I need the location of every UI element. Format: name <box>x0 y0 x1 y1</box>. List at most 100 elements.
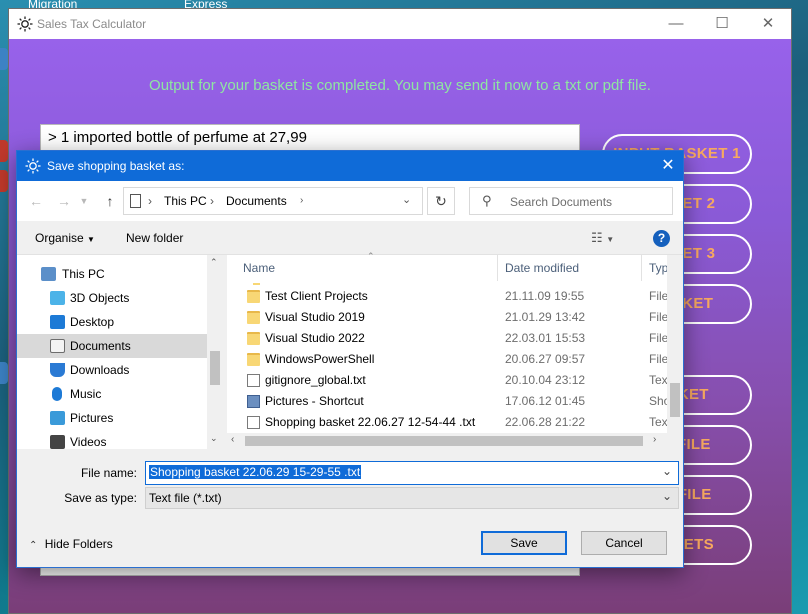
music-icon <box>52 387 62 401</box>
column-header-type[interactable]: Typ <box>649 255 668 281</box>
output-line: > 1 imported bottle of perfume at 27,99 <box>48 129 307 146</box>
file-name: WindowsPowerShell <box>265 352 375 366</box>
file-name: Pictures - Shortcut <box>265 394 364 408</box>
column-header-date[interactable]: Date modified <box>505 255 579 281</box>
file-name-dropdown-chevron-icon[interactable]: ⌄ <box>662 464 672 478</box>
refresh-icon[interactable]: ↻ <box>427 187 455 215</box>
chevron-down-icon: ▼ <box>87 235 95 244</box>
column-divider <box>497 255 498 281</box>
file-type: File <box>649 289 669 303</box>
tree-item-videos[interactable]: Videos <box>17 430 207 454</box>
scrollbar-thumb[interactable] <box>210 351 220 385</box>
pc-icon <box>41 267 56 281</box>
file-date: 20.06.27 09:57 <box>505 352 586 366</box>
tree-item-desktop[interactable]: Desktop <box>17 310 207 334</box>
file-name-label: File name: <box>80 466 137 480</box>
search-box[interactable]: ⚲ Search Documents <box>469 187 673 215</box>
file-name: Visual Studio 2022 <box>265 331 365 345</box>
scroll-up-icon[interactable]: ⌃ <box>210 257 218 268</box>
tree-item-music[interactable]: Music <box>17 382 207 406</box>
app-titlebar[interactable]: Sales Tax Calculator — ☐ ✕ <box>9 9 791 39</box>
address-bar[interactable]: › This PC › Documents › ⌄ <box>123 187 423 215</box>
scrollbar-thumb[interactable] <box>670 383 680 417</box>
file-name: gitignore_global.txt <box>265 373 366 387</box>
text-file-icon <box>247 416 260 429</box>
new-folder-button[interactable]: New folder <box>126 231 183 245</box>
save-dialog: Save shopping basket as: ✕ ← → ▼ ↑ › Thi… <box>16 150 684 568</box>
breadcrumb-this-pc[interactable]: This PC <box>164 194 207 208</box>
file-name: Test Client Projects <box>265 289 368 303</box>
navigation-scrollbar[interactable]: ⌃ ⌄ <box>207 255 223 449</box>
dialog-toolbar: Organise ▼ New folder ☷ ▼ ? <box>17 221 683 255</box>
tree-item-label: 3D Objects <box>70 291 130 305</box>
forward-arrow-icon[interactable]: → <box>53 191 75 211</box>
recent-locations-chevron-icon[interactable]: ▼ <box>77 191 91 211</box>
close-button[interactable]: ✕ <box>745 9 791 39</box>
breadcrumb-chevron-icon[interactable]: › <box>300 195 303 206</box>
file-list-vertical-scrollbar[interactable] <box>667 255 683 449</box>
folder-icon <box>247 290 260 303</box>
cancel-button[interactable]: Cancel <box>581 531 667 555</box>
dialog-titlebar[interactable]: Save shopping basket as: ✕ <box>17 151 683 181</box>
save-button[interactable]: Save <box>481 531 567 555</box>
pictures-icon <box>50 411 65 425</box>
file-row[interactable]: Shopping basket 22.06.27 12-54-44 .txt 2… <box>227 412 671 433</box>
file-row[interactable]: WindowsPowerShell 20.06.27 09:57 File <box>227 349 668 370</box>
search-placeholder: Search Documents <box>510 195 613 209</box>
desktop-shortcut-icon[interactable] <box>0 48 8 70</box>
help-icon[interactable]: ? <box>653 230 670 247</box>
address-dropdown-chevron-icon[interactable]: ⌄ <box>402 193 411 206</box>
file-name-input[interactable]: Shopping basket 22.06.29 15-29-55 .txt ⌄ <box>145 461 679 485</box>
tree-item-label: Documents <box>70 339 131 353</box>
file-row[interactable]: Visual Studio 2019 21.01.29 13:42 File <box>227 307 669 328</box>
tree-item-label: Music <box>70 387 102 401</box>
maximize-button[interactable]: ☐ <box>699 9 745 39</box>
dialog-close-button[interactable]: ✕ <box>653 151 683 181</box>
scroll-down-icon[interactable]: ⌄ <box>210 433 218 444</box>
hide-folders-label: Hide Folders <box>44 537 113 551</box>
tree-item-this-pc[interactable]: This PC <box>17 262 207 286</box>
organise-label: Organise <box>35 231 84 245</box>
up-arrow-icon[interactable]: ↑ <box>99 191 121 211</box>
chevron-up-icon: ⌃ <box>29 540 38 551</box>
sun-icon <box>25 158 41 174</box>
desktop-shortcut-icon[interactable] <box>0 170 8 192</box>
navigation-pane: This PC 3D Objects Desktop Documents Dow… <box>17 255 223 449</box>
sun-icon <box>17 16 33 32</box>
save-as-type-value: Text file (*.txt) <box>149 491 222 505</box>
breadcrumb-documents[interactable]: Documents <box>226 194 287 208</box>
scrollbar-thumb[interactable] <box>245 436 643 446</box>
search-icon: ⚲ <box>482 193 492 208</box>
tree-item-documents[interactable]: Documents <box>17 334 207 358</box>
column-divider <box>641 255 642 281</box>
file-name: Shopping basket 22.06.27 12-54-44 .txt <box>265 415 476 429</box>
file-row[interactable]: gitignore_global.txt 20.10.04 23:12 Text <box>227 370 671 391</box>
documents-icon <box>130 194 141 208</box>
desktop-shortcut-icon[interactable] <box>0 140 8 162</box>
tree-item-3d-objects[interactable]: 3D Objects <box>17 286 207 310</box>
file-row[interactable]: Pictures - Shortcut 17.06.12 01:45 Sho <box>227 391 670 412</box>
folder-icon <box>247 353 260 366</box>
save-as-type-chevron-icon: ⌄ <box>662 489 673 503</box>
file-type: File <box>649 310 669 324</box>
desktop-shortcut-icon[interactable] <box>0 362 8 384</box>
view-options-icon[interactable]: ☷ ▼ <box>591 230 614 246</box>
file-date: 21.11.09 19:55 <box>505 289 585 303</box>
organise-menu[interactable]: Organise ▼ <box>35 231 95 245</box>
save-as-type-label: Save as type: <box>64 491 137 505</box>
file-list-horizontal-scrollbar[interactable]: ‹ › <box>227 433 667 449</box>
app-title: Sales Tax Calculator <box>37 17 147 31</box>
minimize-button[interactable]: — <box>653 9 699 39</box>
scroll-left-icon[interactable]: ‹ <box>231 434 234 445</box>
scroll-right-icon[interactable]: › <box>653 434 656 445</box>
hide-folders-toggle[interactable]: ⌃ Hide Folders <box>29 537 113 551</box>
tree-item-downloads[interactable]: Downloads <box>17 358 207 382</box>
save-as-type-select[interactable]: Text file (*.txt) ⌄ <box>145 487 679 509</box>
text-file-icon <box>247 374 260 387</box>
file-date: 20.10.04 23:12 <box>505 373 586 387</box>
column-header-name[interactable]: Name <box>243 255 275 281</box>
back-arrow-icon[interactable]: ← <box>25 191 47 211</box>
file-row[interactable]: Test Client Projects 21.11.09 19:55 File <box>227 286 669 307</box>
tree-item-pictures[interactable]: Pictures <box>17 406 207 430</box>
file-row[interactable]: Visual Studio 2022 22.03.01 15:53 File <box>227 328 668 349</box>
